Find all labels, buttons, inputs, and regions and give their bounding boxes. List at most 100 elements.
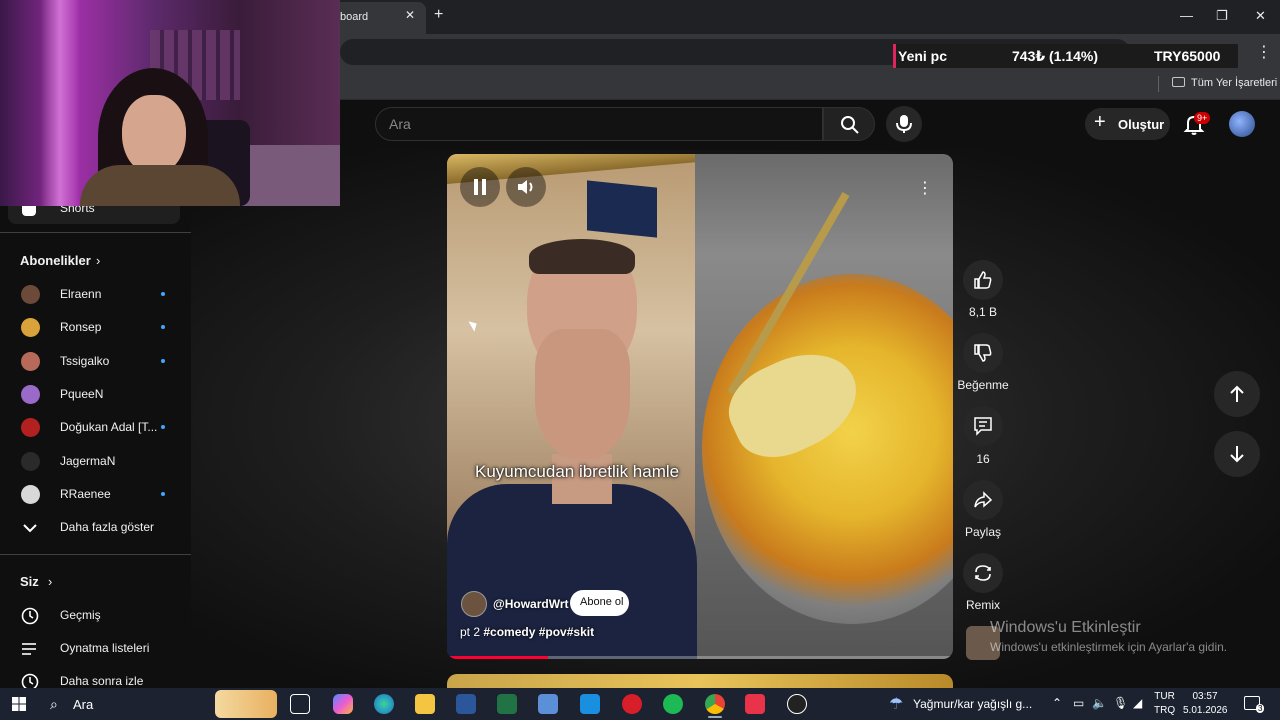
task-view-icon[interactable] xyxy=(290,694,310,714)
subscription-item[interactable]: Doğukan Adal [T... xyxy=(0,411,191,444)
arrow-up-icon xyxy=(1230,385,1244,402)
spotify-icon[interactable] xyxy=(663,694,683,714)
comments-button[interactable] xyxy=(963,406,1003,446)
excel-icon[interactable] xyxy=(497,694,517,714)
new-tab-button[interactable]: + xyxy=(434,6,443,24)
network-icon[interactable]: ◢ xyxy=(1133,696,1142,710)
edge-icon[interactable] xyxy=(374,694,394,714)
tab-title: board xyxy=(340,11,369,23)
tray-app-icon[interactable]: ▭ xyxy=(1073,696,1084,710)
activation-watermark-title: Windows'u Etkinleştir xyxy=(990,619,1141,636)
tray-expand-icon[interactable]: ⌃ xyxy=(1052,696,1062,710)
close-window-button[interactable]: ✕ xyxy=(1255,8,1266,24)
volume-button[interactable] xyxy=(506,167,546,207)
maximize-button[interactable]: ❐ xyxy=(1216,8,1228,24)
previous-short-button[interactable] xyxy=(1214,371,1260,417)
taskbar-search[interactable] xyxy=(40,691,200,717)
subscription-name: Ronsep xyxy=(60,320,102,335)
taskbar-search-highlight[interactable] xyxy=(215,690,277,718)
search-button[interactable] xyxy=(823,107,875,141)
bookmarks-divider xyxy=(1158,76,1159,92)
sidebar-item-history[interactable]: Geçmiş xyxy=(0,599,191,632)
channel-name[interactable]: @HowardWrt xyxy=(493,597,568,611)
subscription-item[interactable]: Elraenn xyxy=(0,278,191,311)
show-more-label: Daha fazla göster xyxy=(60,520,155,534)
subscription-item[interactable]: PqueeN xyxy=(0,378,191,411)
webcam-bed xyxy=(240,145,340,206)
tab-close-icon[interactable]: ✕ xyxy=(405,8,415,22)
mic-tray-icon[interactable]: 🎙 xyxy=(1113,696,1128,710)
ticker-goal: TRY65000 xyxy=(1154,48,1221,64)
ticker-label: Yeni pc xyxy=(898,48,948,64)
search-icon xyxy=(841,116,859,134)
clock-date: 5.01.2026 xyxy=(1183,705,1228,716)
remix-button[interactable] xyxy=(963,553,1003,593)
copilot-icon[interactable] xyxy=(333,694,353,714)
share-icon xyxy=(974,491,993,508)
short-video-player[interactable]: Kuyumcudan ibretlik hamle ⋮ @HowardWrt A… xyxy=(447,154,953,659)
share-button[interactable] xyxy=(963,480,1003,520)
pause-button[interactable] xyxy=(460,167,500,207)
watch-later-label: Daha sonra izle xyxy=(60,674,144,688)
channel-avatar xyxy=(21,484,40,504)
subscription-item[interactable]: Ronsep xyxy=(0,311,191,344)
subscription-item[interactable]: Tssigalko xyxy=(0,345,191,378)
sidebar-item-playlists[interactable]: Oynatma listeleri xyxy=(0,632,191,665)
subscription-item[interactable]: RRaenee xyxy=(0,478,191,511)
video-decor xyxy=(587,180,657,238)
search-placeholder: Ara xyxy=(389,116,411,132)
subscribe-label: Abone ol xyxy=(580,596,624,608)
voice-search-button[interactable] xyxy=(886,106,922,142)
description-prefix: pt 2 xyxy=(460,625,481,639)
chevron-right-icon: › xyxy=(96,253,101,268)
new-content-dot xyxy=(161,358,165,363)
donation-ticker: Yeni pc 743₺ (1.14%) TRY65000 xyxy=(893,44,1238,68)
opera-icon[interactable] xyxy=(622,694,642,714)
subscription-name: Elraenn xyxy=(60,287,102,301)
calculator-icon[interactable] xyxy=(538,694,558,714)
store-icon[interactable] xyxy=(580,694,600,714)
speaker-icon[interactable]: 🔈 xyxy=(1092,696,1107,710)
dislike-button[interactable] xyxy=(963,333,1003,373)
search-icon: ⌕ xyxy=(50,696,58,712)
app-icon[interactable] xyxy=(745,694,765,714)
subscriptions-title[interactable]: Abonelikler xyxy=(20,253,91,268)
webcam-person-body xyxy=(80,165,240,206)
channel-avatar[interactable] xyxy=(461,591,487,617)
word-icon[interactable] xyxy=(456,694,476,714)
account-avatar[interactable] xyxy=(1229,111,1255,137)
remix-icon xyxy=(975,565,991,581)
chrome-icon[interactable] xyxy=(705,694,725,714)
system-clock[interactable]: 03:57 5.01.2026 xyxy=(1183,690,1228,718)
subscription-name: PqueeN xyxy=(60,386,104,401)
sidebar-divider xyxy=(0,554,191,555)
file-explorer-icon[interactable] xyxy=(415,694,435,714)
pause-icon xyxy=(474,179,486,195)
sidebar-divider xyxy=(0,232,191,233)
mic-icon xyxy=(896,115,912,133)
you-title[interactable]: Siz xyxy=(20,574,39,589)
minimize-button[interactable]: — xyxy=(1180,8,1193,23)
comment-count: 16 xyxy=(976,452,990,466)
like-button[interactable] xyxy=(963,260,1003,300)
all-bookmarks-link[interactable]: Tüm Yer İşaretleri xyxy=(1191,77,1277,89)
keyboard-layout: TRQ xyxy=(1154,705,1176,716)
channel-avatar xyxy=(21,285,40,304)
show-more-button[interactable]: Daha fazla göster xyxy=(0,511,191,544)
windows-start-icon[interactable] xyxy=(12,697,26,711)
next-short-button[interactable] xyxy=(1214,431,1260,477)
language-indicator[interactable]: TUR TRQ xyxy=(1154,690,1175,718)
weather-status[interactable]: Yağmur/kar yağışlı g... xyxy=(913,697,1032,711)
search-input[interactable] xyxy=(375,107,823,141)
taskbar-search-label: Ara xyxy=(73,697,94,712)
new-content-dot xyxy=(161,325,165,330)
new-content-dot xyxy=(161,292,165,296)
more-options-icon[interactable]: ⋮ xyxy=(917,178,933,198)
app-icon[interactable] xyxy=(787,694,807,714)
clock-time: 03:57 xyxy=(1192,691,1218,702)
chrome-menu-icon[interactable]: ⋮ xyxy=(1256,42,1272,62)
hashtags[interactable]: #comedy #pov#skit xyxy=(483,625,594,639)
subscription-item[interactable]: JagermaN xyxy=(0,445,191,478)
weather-icon: ☂ xyxy=(889,696,904,713)
thumbs-up-icon xyxy=(974,271,992,289)
